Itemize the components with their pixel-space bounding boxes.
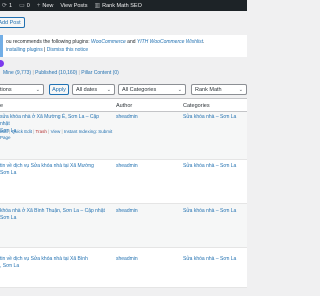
add-post-button[interactable]: Add Post (0, 17, 25, 28)
post-category[interactable]: Sửa khóa nhà – Sơn La (183, 208, 236, 214)
column-author: Author (116, 103, 133, 109)
status-published[interactable]: Published (10,160) (35, 70, 77, 76)
chevron-down-icon: ⌄ (35, 87, 40, 93)
post-author[interactable]: sheadmin (116, 114, 138, 120)
bulk-actions-select[interactable]: tions ⌄ (0, 84, 44, 95)
apply-button[interactable]: Apply (49, 84, 69, 95)
posts-table: e Author Categories sửa khóa nhà ở Xã Mư… (0, 98, 247, 288)
filter-bar: tions ⌄ Apply All dates ⌄ All Categories… (0, 84, 247, 95)
comment-icon: ▭ (19, 3, 25, 9)
table-row: sửa khóa nhà ở Xã Mường É, Sơn La – Cập … (0, 112, 247, 160)
install-plugins-link[interactable]: installing plugins (6, 47, 43, 53)
notice-text: ou recommends the following plugins: Woo… (6, 39, 205, 45)
notice-actions: installing plugins | Dismiss this notice (6, 47, 89, 53)
rank-math-toggle-icon[interactable] (0, 60, 4, 67)
yith-wishlist-link[interactable]: YITH WooCommerce Wishlist (137, 39, 203, 45)
admin-bar: ⟳ 1 ▭ 0 + New View Posts ▥ Rank Math SEO (0, 0, 247, 11)
row-actions: Edit | Quick Edit | Trash | View | Insta… (0, 129, 113, 134)
table-row: tin về dịch vụ Sửa khóa nhà tại Xã Mường… (0, 160, 247, 204)
post-author[interactable]: sheadmin (116, 256, 138, 262)
dismiss-notice-link[interactable]: Dismiss this notice (47, 47, 88, 53)
categories-select[interactable]: All Categories ⌄ (118, 84, 186, 95)
plugin-notice: ou recommends the following plugins: Woo… (0, 35, 247, 57)
rank-math-select[interactable]: Rank Math ⌄ (191, 84, 247, 95)
plus-icon: + (36, 2, 41, 9)
post-title-link[interactable]: tin về dịch vụ Sửa khóa nhà tại Xã Bình … (0, 256, 110, 270)
post-category[interactable]: Sửa khóa nhà – Sơn La (183, 163, 236, 169)
quick-edit-link[interactable]: Quick Edit (11, 129, 32, 134)
status-mine[interactable]: Mine (9,773) (3, 70, 31, 76)
rank-math-item[interactable]: ▥ Rank Math SEO (94, 2, 141, 10)
status-pillar-content[interactable]: Pillar Content (0) (81, 70, 119, 76)
post-author[interactable]: sheadmin (116, 208, 138, 214)
row-actions-cont: Page (0, 135, 11, 141)
instant-indexing-link[interactable]: Instant Indexing: Submit (64, 129, 112, 134)
post-title-link[interactable]: khóa nhà ở Xã Bình Thuận, Sơn La – Cập n… (0, 208, 110, 222)
comments-item[interactable]: ▭ 0 (19, 2, 30, 10)
column-categories: Categories (183, 103, 210, 109)
column-title[interactable]: e (0, 103, 3, 109)
trash-link[interactable]: Trash (36, 129, 47, 134)
table-row: tin về dịch vụ Sửa khóa nhà tại Xã Bình … (0, 248, 247, 288)
woocommerce-link[interactable]: WooCommerce (91, 39, 126, 45)
table-row: khóa nhà ở Xã Bình Thuận, Sơn La – Cập n… (0, 204, 247, 248)
post-author[interactable]: sheadmin (116, 163, 138, 169)
view-link[interactable]: View (51, 129, 61, 134)
rank-math-icon: ▥ (94, 3, 101, 9)
view-posts-item[interactable]: View Posts (60, 3, 87, 9)
new-content-item[interactable]: + New (37, 3, 54, 9)
refresh-icon: ⟳ (2, 3, 8, 9)
chevron-down-icon: ⌄ (177, 87, 182, 93)
updates-item[interactable]: ⟳ 1 (2, 2, 12, 10)
post-category[interactable]: Sửa khóa nhà – Sơn La (183, 114, 236, 120)
post-title-link[interactable]: tin về dịch vụ Sửa khóa nhà tại Xã Mường… (0, 163, 110, 177)
edit-link[interactable]: Edit (0, 129, 8, 134)
chevron-down-icon: ⌄ (106, 87, 111, 93)
status-links: Mine (9,773) | Published (10,160) | Pill… (3, 70, 119, 76)
dates-select[interactable]: All dates ⌄ (72, 84, 115, 95)
table-header: e Author Categories (0, 99, 247, 112)
instant-indexing-page-link[interactable]: Page (0, 135, 11, 140)
post-category[interactable]: Sửa khóa nhà – Sơn La (183, 256, 236, 262)
chevron-down-icon: ⌄ (238, 87, 243, 93)
